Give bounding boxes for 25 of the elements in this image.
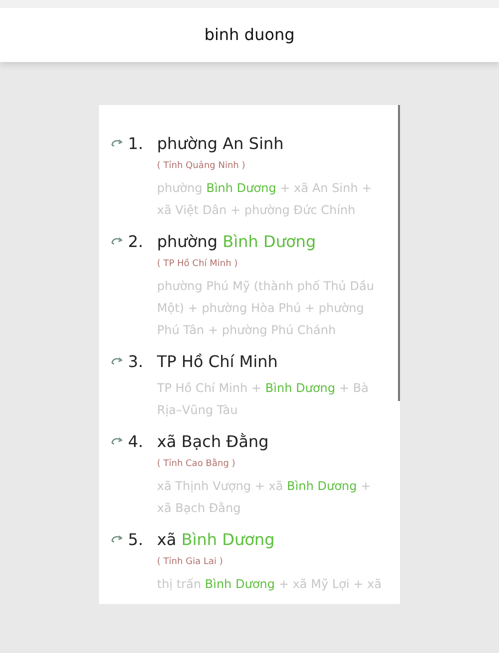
result-region: ( TP Hồ Chí Minh ) (157, 257, 239, 271)
result-title: TP Hồ Chí Minh (157, 351, 279, 373)
result-number: 5. (128, 529, 144, 551)
search-query: binh duong (204, 24, 295, 46)
curved-arrow-icon (111, 357, 123, 365)
result-region: ( Tỉnh Quảng Ninh ) (157, 160, 246, 173)
result-region: ( Tỉnh Cao Bằng ) (157, 457, 236, 471)
result-title: xã Bạch Đằng (157, 431, 270, 453)
result-number: 3. (128, 351, 144, 373)
result-description: xã Thịnh Vượng + xã Bình Dương + xã Bạch Đằng (157, 478, 372, 517)
result-description: phường Phú Mỹ (thành phố Thủ Dầu Một) + phường Hòa Phú + phường Phú Tân + phường Phú Chánh (157, 278, 376, 339)
result-number: 2. (128, 231, 144, 253)
result-description: TP Hồ Chí Minh + Bình Dương + Bà Rịa–Vũng Tàu (157, 380, 370, 419)
result-description: thị trấn Bình Dương + xã Mỹ Lợi + xã (157, 576, 382, 593)
result-title: phường Bình Dương (157, 231, 317, 253)
result-title: phường An Sinh (157, 133, 285, 155)
curved-arrow-icon (111, 535, 123, 543)
result-number: 4. (128, 431, 144, 453)
curved-arrow-icon (111, 139, 123, 147)
result-number: 1. (128, 133, 144, 155)
curved-arrow-icon (111, 437, 123, 445)
result-description: phường Bình Dương + xã An Sinh + xã Việt Dân + phường Đức Chính (157, 180, 373, 219)
result-title: xã Bình Dương (157, 529, 276, 551)
curved-arrow-icon (111, 237, 123, 245)
result-region: ( Tỉnh Gia Lai ) (157, 556, 224, 569)
